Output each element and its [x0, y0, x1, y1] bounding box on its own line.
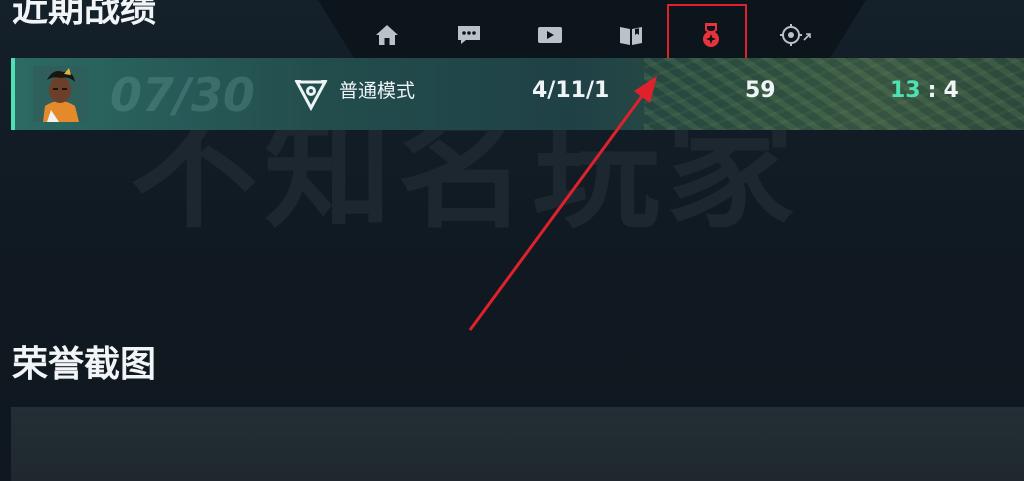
crosshair-external-icon — [780, 24, 811, 46]
play-video-icon — [538, 27, 562, 43]
home-icon — [376, 25, 398, 45]
round-result: 13:4 — [890, 80, 959, 102]
agent-avatar — [33, 66, 87, 122]
nav-chat-button[interactable] — [454, 20, 484, 50]
recent-matches-title: 近期战绩 — [12, 0, 157, 30]
result-separator: : — [927, 78, 937, 103]
nav-video-button[interactable] — [535, 20, 565, 50]
honor-screenshots-panel — [11, 407, 1024, 481]
game-mode-label: 普通模式 — [339, 80, 416, 102]
match-date: 07/30 — [110, 68, 255, 122]
chat-bubble-icon — [458, 26, 480, 44]
book-icon — [620, 27, 642, 45]
nav-guide-button[interactable] — [616, 20, 646, 50]
game-mode-icon — [294, 80, 328, 112]
kda-value: 4/11/1 — [532, 78, 610, 103]
combat-score: 59 — [745, 78, 776, 103]
match-history-row[interactable]: 07/30 普通模式 4/11/1 59 13:4 — [11, 58, 1024, 130]
map-background — [644, 58, 1024, 130]
rounds-lost: 4 — [943, 78, 959, 103]
nav-aim-button[interactable] — [778, 20, 814, 50]
page: 不知名玩家 近期战绩 07/30 普通模式 4/11/1 59 13: 4 荣… — [0, 0, 1024, 481]
nav-home-button[interactable] — [372, 20, 402, 50]
rounds-won: 13 — [890, 78, 921, 103]
honor-screenshots-title: 荣誉截图 — [12, 344, 157, 385]
